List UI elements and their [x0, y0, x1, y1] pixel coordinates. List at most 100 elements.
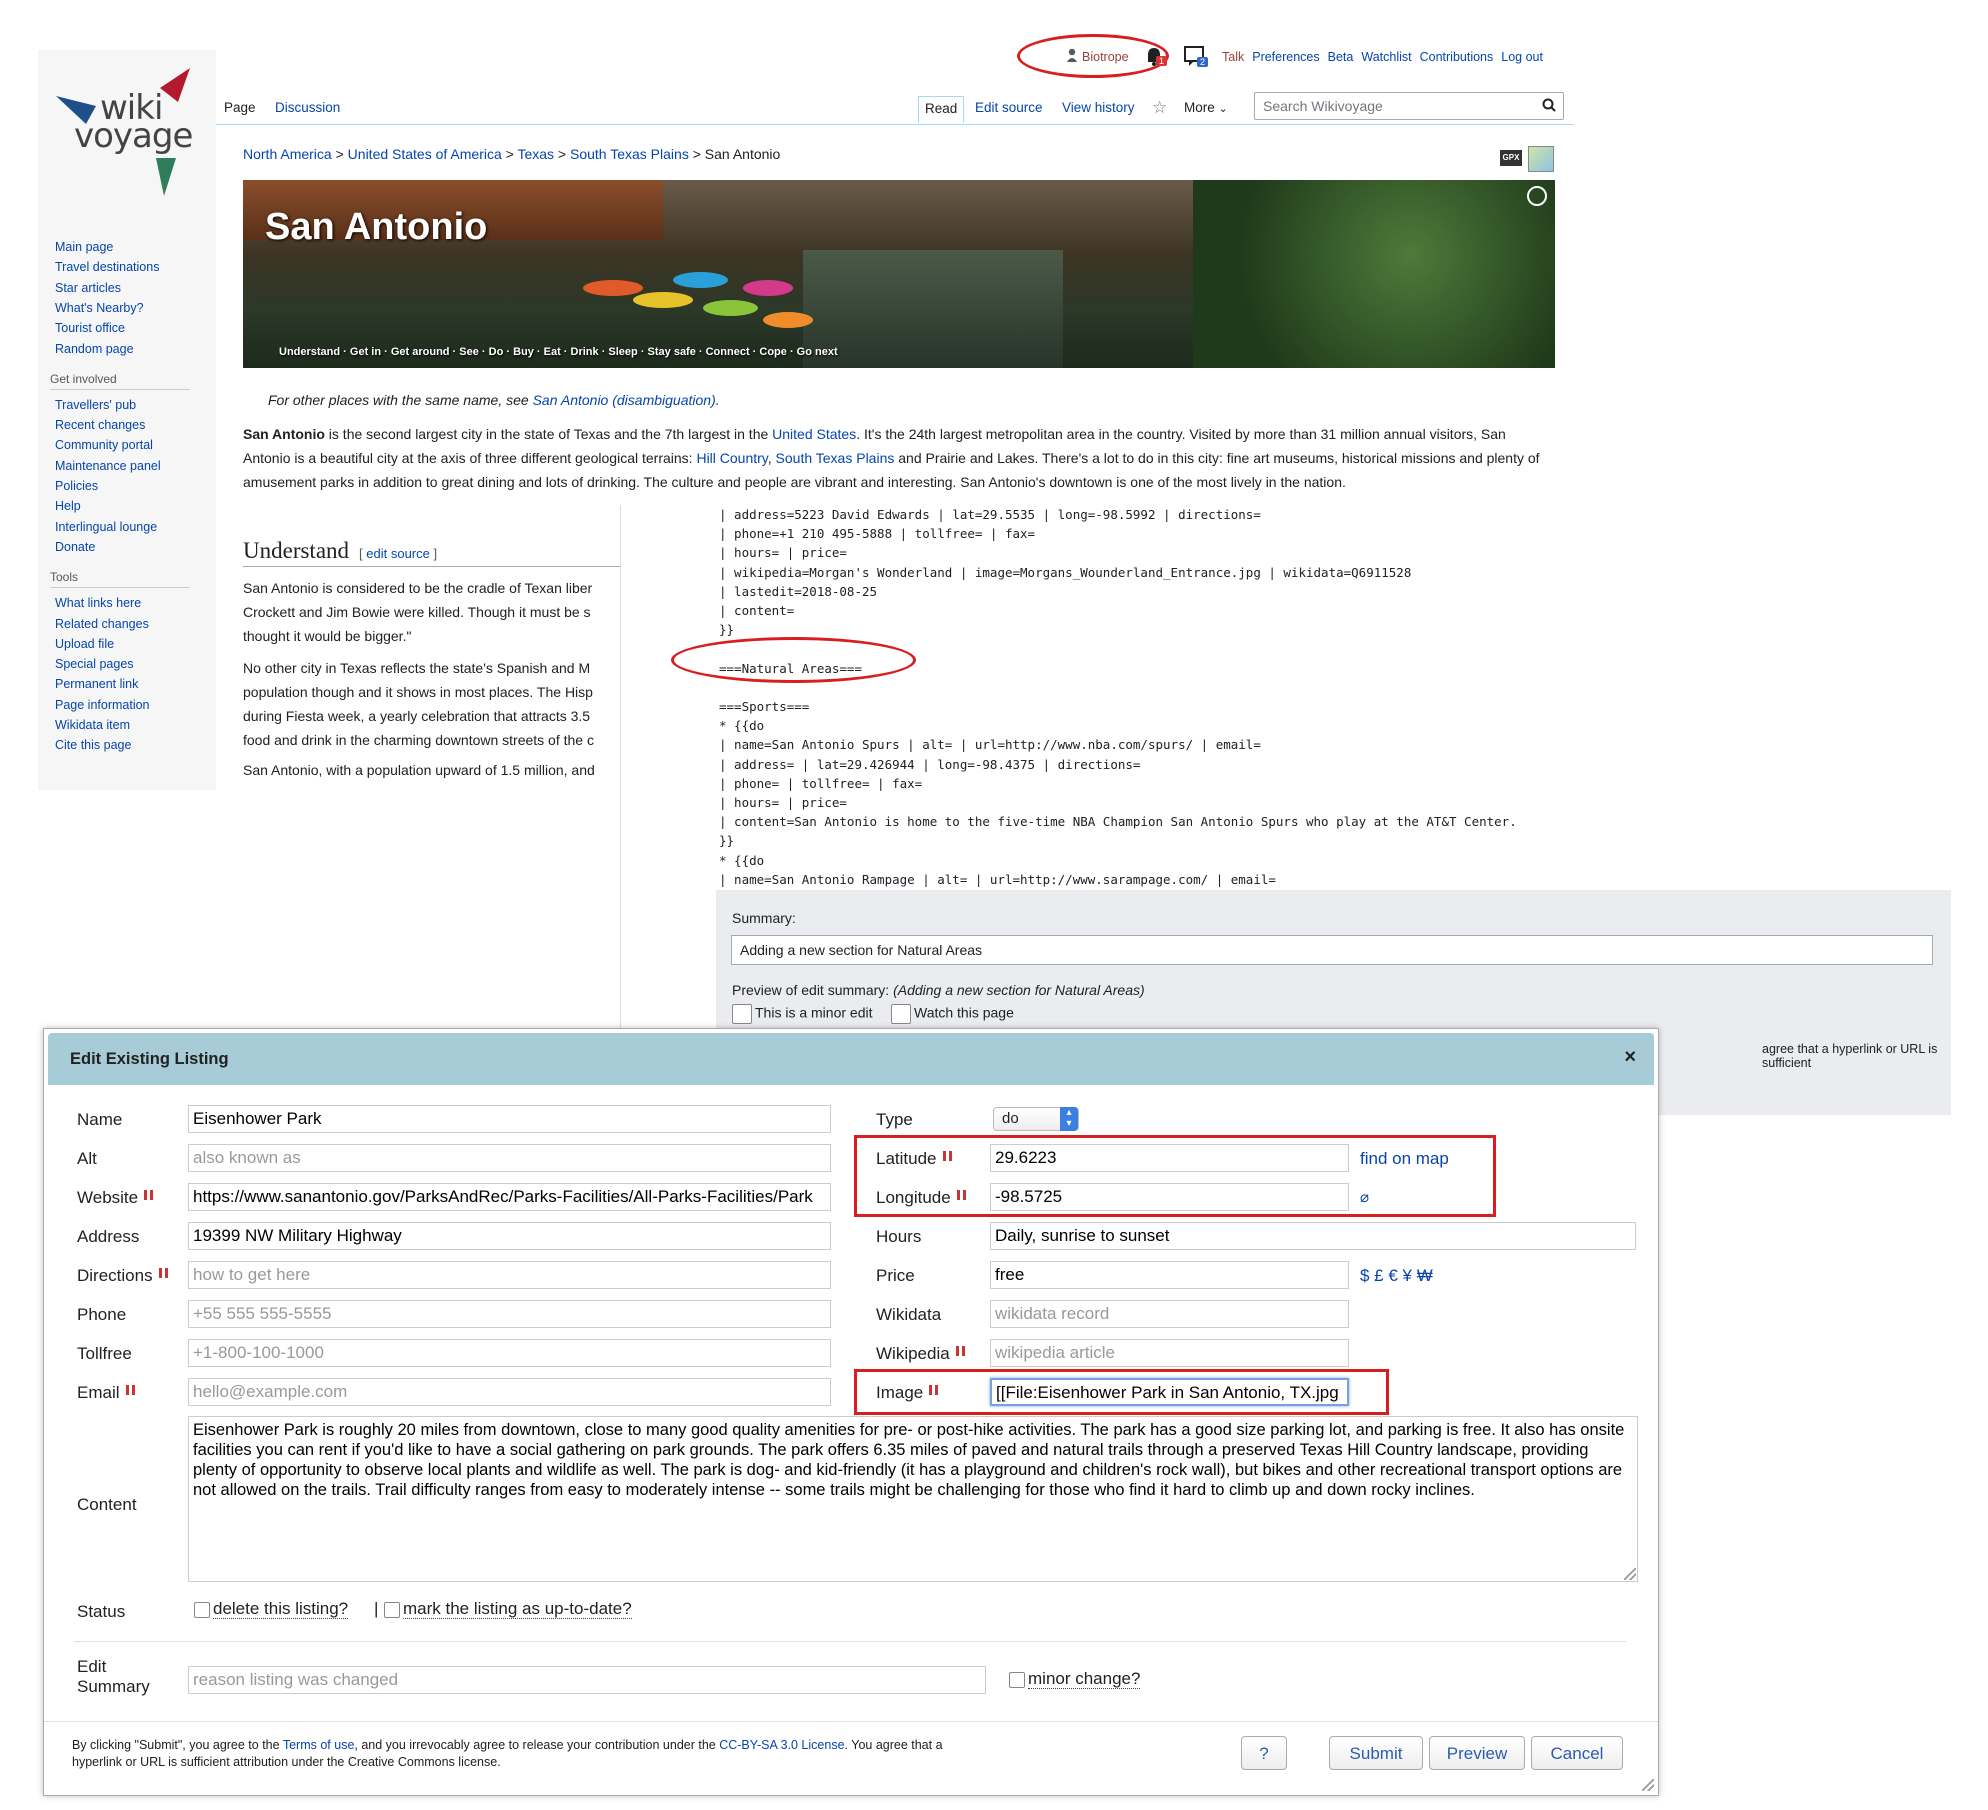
sidebar-nav-item[interactable]: Main page	[55, 240, 113, 254]
breadcrumb-item[interactable]: Texas	[517, 146, 554, 162]
license-link[interactable]: CC-BY-SA 3.0 License	[719, 1738, 844, 1752]
breadcrumb-item[interactable]: United States of America	[348, 146, 502, 162]
sidebar-involved-item[interactable]: Help	[55, 499, 81, 513]
disambiguation-link[interactable]: San Antonio (disambiguation)	[533, 392, 716, 408]
sidebar-tools-item[interactable]: Permanent link	[55, 677, 138, 691]
directions-input[interactable]: how to get here	[188, 1261, 831, 1289]
terms-link[interactable]: Terms of use	[283, 1738, 355, 1752]
resize-handle-icon[interactable]	[1624, 1568, 1636, 1580]
close-icon[interactable]: ×	[1624, 1046, 1636, 1069]
content-textarea[interactable]: Eisenhower Park is roughly 20 miles from…	[188, 1416, 1638, 1582]
sidebar-tools-item[interactable]: Related changes	[55, 617, 149, 631]
currency-symbols[interactable]: $ £ € ¥ ₩	[1360, 1266, 1433, 1286]
checkbox[interactable]	[891, 1004, 911, 1024]
personal-link[interactable]: Log out	[1501, 50, 1543, 64]
wikitext-textarea[interactable]: | address=5223 David Edwards | lat=29.55…	[719, 505, 1929, 890]
sidebar-nav-item[interactable]: Travel destinations	[55, 260, 159, 274]
tab-read[interactable]: Read	[918, 96, 965, 123]
email-input[interactable]: hello@example.com	[188, 1378, 831, 1406]
checkbox[interactable]	[732, 1004, 752, 1024]
website-input[interactable]: https://www.sanantonio.gov/ParksAndRec/P…	[188, 1183, 831, 1211]
tollfree-input[interactable]: +1-800-100-1000	[188, 1339, 831, 1367]
link-hill-country[interactable]: Hill Country	[696, 450, 767, 466]
sidebar-involved-item[interactable]: Travellers' pub	[55, 398, 136, 412]
search-input[interactable]: Search Wikivoyage	[1254, 92, 1564, 120]
mark-uptodate-checkbox[interactable]: mark the listing as up-to-date?	[384, 1599, 632, 1619]
price-input[interactable]: free	[990, 1261, 1349, 1289]
tab-view-history[interactable]: View history	[1056, 96, 1141, 124]
breadcrumb-separator: >	[501, 146, 518, 162]
edit-section-link[interactable]: [ edit source ]	[359, 546, 437, 561]
hours-input[interactable]: Daily, sunrise to sunset	[990, 1222, 1636, 1250]
gpx-icon[interactable]: GPX	[1500, 150, 1522, 166]
summary-input[interactable]: Adding a new section for Natural Areas	[731, 935, 1933, 965]
sidebar-nav-item[interactable]: What's Nearby?	[55, 301, 144, 315]
edit-source-link[interactable]: edit source	[366, 546, 430, 561]
alt-input[interactable]: also known as	[188, 1144, 831, 1172]
link-south-texas-plains[interactable]: South Texas Plains	[776, 450, 895, 466]
logo[interactable]: wiki voyage	[48, 58, 208, 198]
sidebar-nav-item[interactable]: Star articles	[55, 281, 121, 295]
dialog-header: Edit Existing Listing ×	[48, 1033, 1654, 1085]
personal-link[interactable]: Watchlist	[1361, 50, 1411, 64]
phone-input[interactable]: +55 555 555-5555	[188, 1300, 831, 1328]
more-menu[interactable]: More ⌄	[1178, 96, 1234, 124]
sidebar-tools-item[interactable]: Special pages	[55, 657, 134, 671]
sidebar-tools-item[interactable]: Cite this page	[55, 738, 131, 752]
wikidata-input[interactable]: wikidata record	[990, 1300, 1349, 1328]
notices-icon[interactable]: 2	[1183, 45, 1209, 69]
username-link[interactable]: Biotrope	[1082, 50, 1129, 64]
breadcrumb-item[interactable]: North America	[243, 146, 332, 162]
personal-link[interactable]: Preferences	[1252, 50, 1319, 64]
dialog-title: Edit Existing Listing	[70, 1050, 229, 1068]
sidebar-nav-item[interactable]: Random page	[55, 342, 134, 356]
bell-icon[interactable]: 1	[1143, 44, 1168, 68]
tab-page[interactable]: Page	[218, 96, 262, 124]
checkbox[interactable]	[384, 1601, 400, 1618]
personal-link[interactable]: Talk	[1222, 50, 1244, 64]
sidebar-involved-item[interactable]: Recent changes	[55, 418, 145, 432]
label-alt: Alt	[77, 1149, 97, 1168]
personal-link[interactable]: Beta	[1328, 50, 1354, 64]
banner-toc[interactable]: Understand · Get in · Get around · See ·…	[279, 346, 838, 358]
sidebar-tools-item[interactable]: Page information	[55, 698, 150, 712]
cancel-button[interactable]: Cancel	[1531, 1736, 1623, 1770]
sidebar-tools-item[interactable]: Wikidata item	[55, 718, 130, 732]
tab-discussion[interactable]: Discussion	[269, 96, 346, 124]
banner-gallery-icon[interactable]	[1527, 186, 1547, 206]
sidebar-involved-item[interactable]: Community portal	[55, 438, 153, 452]
label-name: Name	[77, 1110, 123, 1129]
watch-star-icon[interactable]: ☆	[1146, 96, 1173, 124]
type-select[interactable]: do ▴ ▾	[993, 1107, 1079, 1131]
dialog-resize-icon[interactable]	[1642, 1779, 1654, 1791]
minor-edit-checkbox[interactable]: This is a minor edit	[732, 1004, 872, 1024]
link-united-states[interactable]: United States	[772, 426, 856, 442]
tab-edit-source[interactable]: Edit source	[969, 96, 1049, 124]
preview-button[interactable]: Preview	[1429, 1736, 1525, 1770]
sidebar-involved-item[interactable]: Donate	[55, 540, 95, 554]
alert-count-badge: 1	[1156, 56, 1168, 66]
map-icon[interactable]	[1528, 146, 1554, 172]
sidebar-involved-item[interactable]: Policies	[55, 479, 98, 493]
sidebar-nav-item[interactable]: Tourist office	[55, 321, 125, 335]
name-input[interactable]: Eisenhower Park	[188, 1105, 831, 1133]
delete-listing-checkbox[interactable]: delete this listing?	[194, 1599, 349, 1619]
sidebar-tools-item[interactable]: What links here	[55, 596, 141, 610]
sidebar-involved-item[interactable]: Maintenance panel	[55, 459, 161, 473]
personal-link[interactable]: Contributions	[1420, 50, 1494, 64]
checkbox[interactable]	[1009, 1671, 1025, 1688]
search-icon[interactable]	[1542, 98, 1556, 112]
sidebar-involved-item[interactable]: Interlingual lounge	[55, 520, 157, 534]
submit-button[interactable]: Submit	[1329, 1736, 1423, 1770]
minor-change-checkbox[interactable]: minor change?	[1009, 1669, 1141, 1689]
wikipedia-input[interactable]: wikipedia article	[990, 1339, 1349, 1367]
edit-summary-input[interactable]: reason listing was changed	[188, 1666, 986, 1694]
breadcrumb-item[interactable]: South Texas Plains	[570, 146, 689, 162]
sidebar-tools-item[interactable]: Upload file	[55, 637, 114, 651]
checkbox[interactable]	[194, 1601, 210, 1618]
watch-page-label: Watch this page	[914, 1004, 1014, 1021]
help-button[interactable]: ?	[1241, 1736, 1287, 1770]
delete-listing-label: delete this listing?	[213, 1599, 349, 1619]
watch-page-checkbox[interactable]: Watch this page	[891, 1004, 1014, 1024]
address-input[interactable]: 19399 NW Military Highway	[188, 1222, 831, 1250]
